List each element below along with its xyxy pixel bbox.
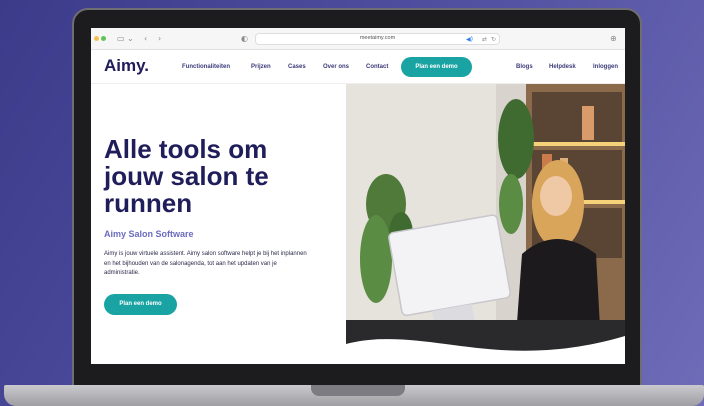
minimize-button[interactable] [94, 36, 99, 41]
nav-link-inloggen[interactable]: Inloggen [593, 64, 618, 70]
hero-title: Alle tools om jouw salon te runnen [104, 134, 269, 218]
nav-link-blogs[interactable]: Blogs [516, 64, 533, 70]
translate-icon[interactable]: ⇄ [482, 34, 487, 46]
nav-link-helpdesk[interactable]: Helpdesk [549, 64, 576, 70]
chevron-down-icon[interactable]: ⌄ [127, 33, 134, 45]
maximize-button[interactable] [101, 36, 106, 41]
browser-window: ▭ ⌄ ‹ › ◐ meetaimy.com ◀) ⇄ ↻ ⊕ Aimy. Fu… [91, 28, 625, 364]
plan-demo-nav-button[interactable]: Plan een demo [401, 57, 472, 77]
shield-icon[interactable]: ◐ [241, 33, 248, 45]
laptop-notch [311, 385, 405, 396]
nav-link-prijzen[interactable]: Prijzen [251, 64, 271, 70]
chevron-right-icon[interactable]: › [158, 33, 161, 45]
nav-link-functionaliteiten[interactable]: Functionaliteiten [182, 64, 230, 70]
logo[interactable]: Aimy. [104, 56, 149, 76]
hero-description: Aimy is jouw virtuele assistent. Aimy sa… [104, 251, 307, 276]
nav-link-contact[interactable]: Contact [366, 64, 388, 70]
chevron-left-icon[interactable]: ‹ [144, 33, 147, 45]
download-icon[interactable]: ⊕ [610, 33, 617, 45]
reload-icon[interactable]: ↻ [491, 34, 496, 46]
browser-toolbar: ▭ ⌄ ‹ › ◐ meetaimy.com ◀) ⇄ ↻ ⊕ [91, 28, 625, 50]
nav-link-over-ons[interactable]: Over ons [323, 64, 349, 70]
hero-photo [346, 84, 625, 364]
plan-demo-hero-button[interactable]: Plan een demo [104, 294, 177, 315]
nav-link-cases[interactable]: Cases [288, 64, 306, 70]
site-header: Aimy. Functionaliteiten Prijzen Cases Ov… [91, 50, 625, 84]
speaker-icon[interactable]: ◀) [466, 34, 473, 46]
hero-subtitle: Aimy Salon Software [104, 229, 194, 239]
address-bar[interactable]: meetaimy.com ◀) ⇄ ↻ [255, 33, 500, 45]
sidebar-icon[interactable]: ▭ [117, 33, 125, 45]
url-text: meetaimy.com [359, 35, 396, 41]
